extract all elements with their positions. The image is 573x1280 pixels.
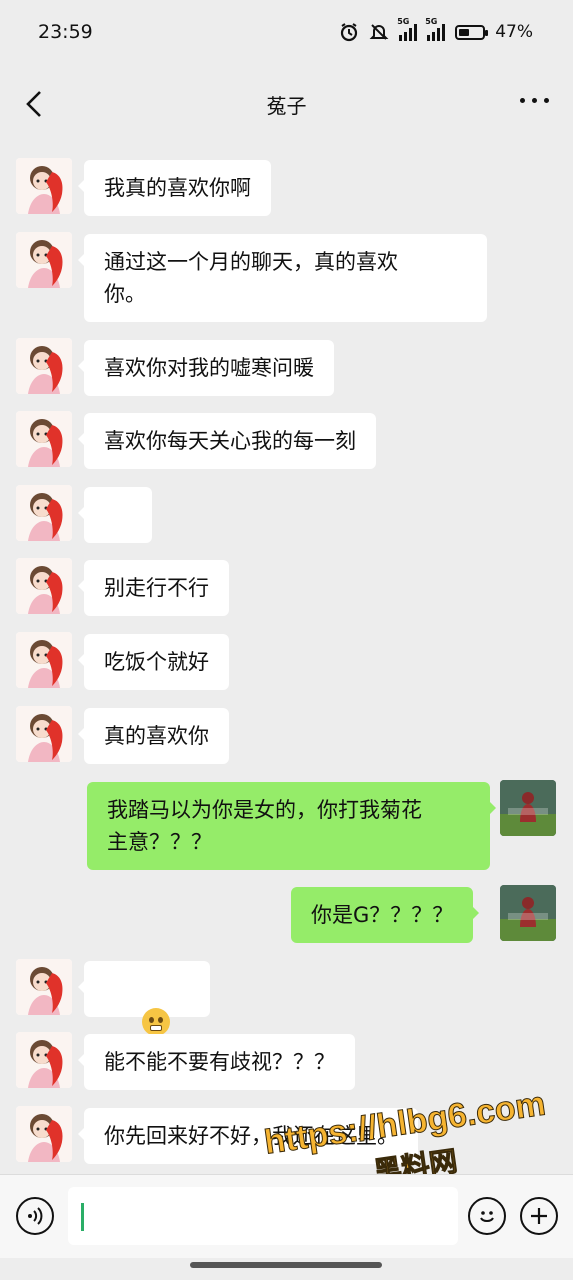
network-type-label-2: 5G xyxy=(425,17,438,26)
message-bubble-incoming[interactable]: 别走行不行 xyxy=(78,560,229,616)
smiley-icon[interactable] xyxy=(468,1197,506,1235)
message-bubble-incoming[interactable]: 喜欢你对我的嘘寒问暖 xyxy=(78,340,334,396)
more-dots-icon[interactable] xyxy=(520,98,549,103)
message-bubble-outgoing[interactable]: 你是G？？？？ xyxy=(291,887,480,943)
message-bubble-incoming[interactable]: 真的喜欢你 xyxy=(78,708,229,764)
chat-title[interactable]: 菟子 xyxy=(267,90,307,119)
message-bubble-outgoing[interactable]: 我踏马以为你是女的，你打我菊花 主意？？？ xyxy=(87,782,496,870)
battery-icon xyxy=(455,24,489,40)
grimacing-face-icon xyxy=(142,1008,171,1036)
contact-avatar[interactable] xyxy=(16,558,72,614)
status-time: 23:59 xyxy=(38,21,93,43)
signal-icon: 5G xyxy=(397,17,418,41)
message-bubble-incoming[interactable]: 喜欢你每天关心我的每一刻 xyxy=(78,413,376,469)
battery-fill xyxy=(459,28,470,36)
home-indicator[interactable] xyxy=(190,1262,382,1268)
message-bubble-emoji[interactable] xyxy=(78,487,152,594)
contact-avatar[interactable] xyxy=(16,1032,72,1088)
status-icons: 5G 5G 47% xyxy=(339,17,533,42)
contact-avatar[interactable] xyxy=(16,1106,72,1162)
contact-avatar[interactable] xyxy=(16,232,72,288)
chevron-left-icon[interactable] xyxy=(20,86,50,122)
plus-icon[interactable] xyxy=(520,1197,558,1235)
message-bubble-incoming[interactable]: 我真的喜欢你啊 xyxy=(78,160,271,216)
status-bar: 23:59 5G 5G 47% xyxy=(0,0,573,64)
signal-icon-2: 5G xyxy=(425,17,446,41)
contact-avatar[interactable] xyxy=(16,485,72,541)
contact-avatar[interactable] xyxy=(16,411,72,467)
battery-percent: 47% xyxy=(495,22,533,42)
message-bubble-emoji[interactable] xyxy=(78,961,210,1068)
self-avatar[interactable] xyxy=(500,780,556,836)
contact-avatar[interactable] xyxy=(16,632,72,688)
nav-bar: 菟子 xyxy=(0,64,573,144)
voice-icon[interactable] xyxy=(16,1197,54,1235)
contact-avatar[interactable] xyxy=(16,338,72,394)
message-list[interactable]: 我真的喜欢你啊 通过这一个月的聊天，真的喜欢 你。 喜欢你对我的嘘寒问暖 喜欢你… xyxy=(0,144,573,1174)
text-caret xyxy=(81,1203,84,1231)
self-avatar[interactable] xyxy=(500,885,556,941)
message-bubble-incoming[interactable]: 吃饭个就好 xyxy=(78,634,229,690)
contact-avatar[interactable] xyxy=(16,706,72,762)
contact-avatar[interactable] xyxy=(16,158,72,214)
alarm-icon xyxy=(339,22,359,42)
mute-bell-icon xyxy=(369,22,389,42)
message-bubble-incoming[interactable]: 能不能不要有歧视？？？ xyxy=(78,1034,355,1090)
contact-avatar[interactable] xyxy=(16,959,72,1015)
network-type-label: 5G xyxy=(397,17,410,26)
message-input[interactable] xyxy=(68,1187,458,1245)
input-bar xyxy=(0,1174,573,1258)
message-bubble-incoming[interactable]: 通过这一个月的聊天，真的喜欢 你。 xyxy=(78,234,487,322)
